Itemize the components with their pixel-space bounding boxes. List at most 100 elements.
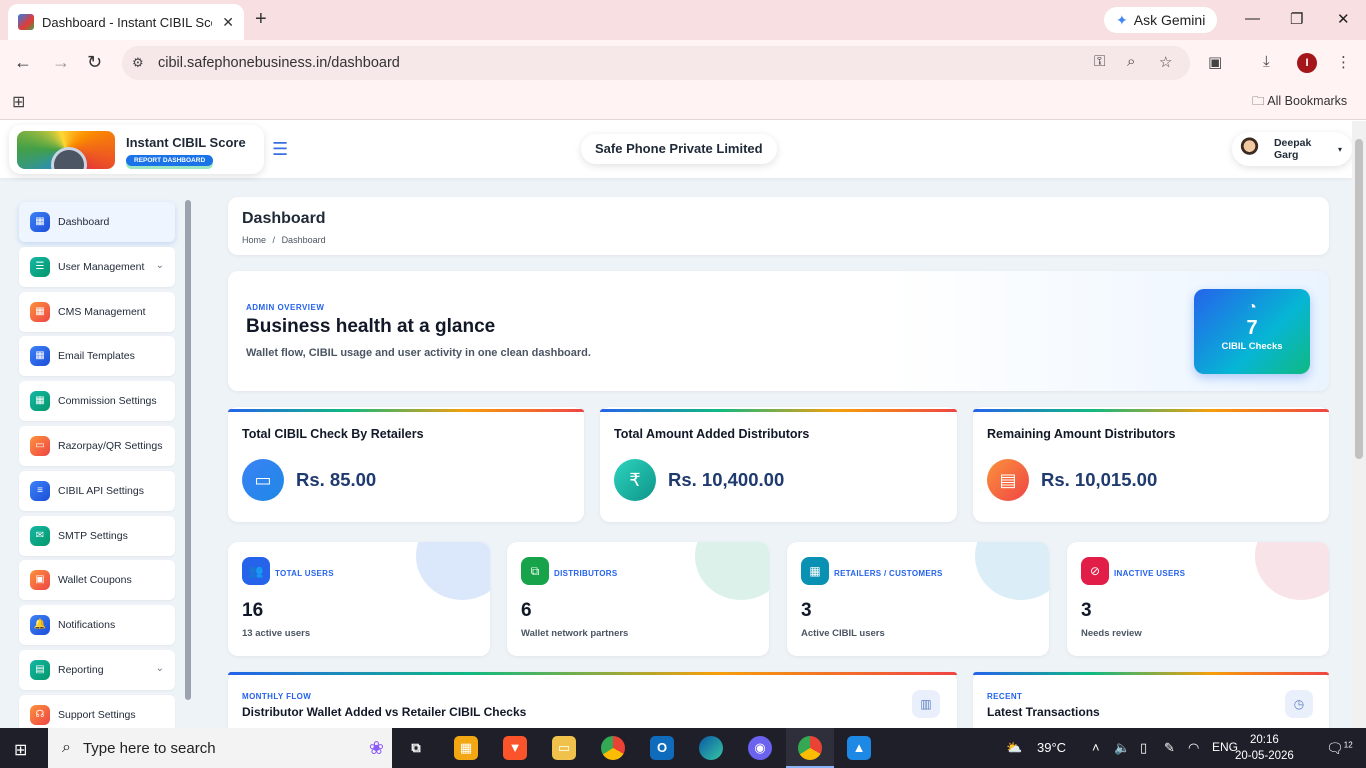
back-icon[interactable]: ← <box>14 52 32 73</box>
ask-gemini-button[interactable]: ✦ Ask Gemini <box>1104 7 1218 33</box>
sidebar-item-label: CIBIL API Settings <box>58 484 144 497</box>
company-name: Safe Phone Private Limited <box>581 134 777 164</box>
sidebar-item-support-settings[interactable]: ☊ Support Settings <box>19 694 175 728</box>
close-tab-icon[interactable]: ✕ <box>222 14 234 31</box>
stat-card-cibil-checks: Total CIBIL Check By Retailers ▭ Rs. 85.… <box>228 407 584 522</box>
sidebar-item-label: SMTP Settings <box>58 529 128 542</box>
sidebar-item-user-management[interactable]: ☰ User Management ⌄ <box>19 246 175 287</box>
favicon-icon <box>18 14 34 30</box>
apps-grid-icon[interactable]: ⊞ <box>12 92 25 112</box>
weather-icon[interactable]: ⛅ <box>1006 740 1022 756</box>
reload-icon[interactable]: ↻ <box>87 52 102 73</box>
sidebar-item-cms-management[interactable]: ▦ CMS Management <box>19 291 175 332</box>
menu-kebab-icon[interactable]: ⋮ <box>1336 53 1351 71</box>
sliders-icon: ≡ <box>30 480 50 501</box>
mini-stat-label: RETAILERS / CUSTOMERS <box>834 569 943 578</box>
system-clock[interactable]: 20:16 20-05-2026 <box>1235 732 1294 764</box>
tab-search-icon[interactable]: ▣ <box>1208 53 1222 71</box>
grid-icon: ▦ <box>30 301 50 322</box>
mini-stat-desc: Wallet network partners <box>521 628 629 639</box>
report-icon: ▤ <box>30 659 50 680</box>
sidebar-item-notifications[interactable]: 🔔 Notifications <box>19 605 175 646</box>
download-icon[interactable]: ⤓ <box>1263 53 1270 70</box>
weather-temp[interactable]: 39°C <box>1037 740 1066 755</box>
sidebar-item-dashboard[interactable]: ▦ Dashboard <box>19 202 175 242</box>
page-scrollbar-thumb[interactable] <box>1355 139 1363 459</box>
breadcrumb: Home / Dashboard <box>242 235 326 245</box>
sidebar-item-reporting[interactable]: ▤ Reporting ⌄ <box>19 649 175 690</box>
chrome-profile-a-icon[interactable] <box>601 736 625 760</box>
sidebar-item-label: Reporting <box>58 663 104 676</box>
sidebar-item-label: Notifications <box>58 619 116 632</box>
volume-icon[interactable]: 🔈 <box>1114 740 1130 756</box>
tab-title: Dashboard - Instant CIBIL Score <box>42 14 212 30</box>
sidebar-item-smtp-settings[interactable]: ✉ SMTP Settings <box>19 515 175 556</box>
taskbar-search[interactable]: ⌕ Type here to search ❀ <box>48 728 392 768</box>
minimize-icon[interactable]: — <box>1245 10 1260 27</box>
breadcrumb-separator: / <box>272 235 276 245</box>
hero-title: Business health at a glance <box>246 316 496 337</box>
mini-stat-value: 16 <box>242 600 264 621</box>
bookmark-star-icon[interactable]: ☆ <box>1159 53 1172 71</box>
new-tab-button[interactable]: + <box>255 8 267 31</box>
brand-card[interactable]: Instant CIBIL Score REPORT DASHBOARD <box>9 125 264 174</box>
brave-browser-icon[interactable]: ▼ <box>503 736 527 760</box>
search-icon: ⌕ <box>62 739 71 756</box>
sidebar-item-label: Wallet Coupons <box>58 574 132 587</box>
user-avatar <box>1238 137 1261 161</box>
bar-chart-icon[interactable]: ▥ <box>912 690 940 718</box>
sidebar-item-label: Commission Settings <box>58 395 157 408</box>
page-header-card: Dashboard Home / Dashboard <box>228 197 1329 255</box>
all-bookmarks[interactable]: 🗀 All Bookmarks <box>1252 92 1347 113</box>
zoom-icon[interactable]: ⌕ <box>1127 53 1135 70</box>
password-key-icon[interactable]: ⚿ <box>1094 53 1105 70</box>
brand-name: Instant CIBIL Score <box>126 135 246 150</box>
briefcase-icon: ▤ <box>987 459 1029 501</box>
panel-title: Distributor Wallet Added vs Retailer CIB… <box>242 705 527 719</box>
breadcrumb-home[interactable]: Home <box>242 235 266 245</box>
photos-app-icon[interactable]: ▲ <box>847 736 871 760</box>
users-icon: ☰ <box>30 256 50 277</box>
clock-time: 20:16 <box>1250 734 1279 746</box>
restore-icon[interactable]: ❐ <box>1290 10 1303 28</box>
grid-icon: ▦ <box>30 391 50 412</box>
gauge-icon: ◔ <box>1247 299 1257 316</box>
sidebar-item-commission-settings[interactable]: ▦ Commission Settings <box>19 381 175 422</box>
panel-title: Latest Transactions <box>987 705 1100 719</box>
device-icon[interactable]: ▯ <box>1140 740 1147 756</box>
hero-kicker: ADMIN OVERVIEW <box>246 303 325 312</box>
hamburger-menu-icon[interactable]: ☰ <box>272 139 288 160</box>
task-view-icon[interactable]: ⧉ <box>404 736 428 760</box>
sidebar-item-razorpay-qr-settings[interactable]: ▭ Razorpay/QR Settings <box>19 425 175 466</box>
edge-browser-icon[interactable] <box>699 736 723 760</box>
wifi-icon[interactable]: ◠ <box>1188 740 1199 756</box>
sidebar-item-cibil-api-settings[interactable]: ≡ CIBIL API Settings <box>19 470 175 511</box>
mini-stat-desc: Needs review <box>1081 628 1142 639</box>
site-info-icon[interactable]: ⚙ <box>132 55 150 71</box>
page-scrollbar[interactable] <box>1352 121 1366 728</box>
stat-value: Rs. 10,015.00 <box>1041 469 1158 490</box>
file-explorer-icon[interactable]: ▭ <box>552 736 576 760</box>
chevron-down-icon: ⌄ <box>155 662 164 674</box>
decorative-blob <box>975 542 1049 600</box>
address-bar[interactable]: ⚙ cibil.safephonebusiness.in/dashboard <box>122 46 1190 80</box>
windows-start-icon[interactable]: ⊞ <box>14 740 27 760</box>
sidebar-scrollbar[interactable] <box>185 200 191 700</box>
browser-tab[interactable]: Dashboard - Instant CIBIL Score ✕ <box>8 4 244 40</box>
outlook-icon[interactable]: O <box>650 736 674 760</box>
close-window-icon[interactable]: ✕ <box>1337 10 1350 28</box>
users-icon: 👥 <box>242 557 270 585</box>
profile-avatar[interactable]: I <box>1297 53 1317 73</box>
user-menu[interactable]: Deepak Garg ▾ <box>1232 132 1352 166</box>
pen-icon[interactable]: ✎ <box>1164 740 1175 756</box>
sidebar-item-wallet-coupons[interactable]: ▣ Wallet Coupons <box>19 560 175 601</box>
decorative-blob <box>416 542 490 600</box>
tray-chevron-icon[interactable]: ˄ <box>1092 740 1100 755</box>
chat-app-icon[interactable]: ◉ <box>748 736 772 760</box>
notification-center-icon[interactable]: 🗨12 <box>1326 740 1353 757</box>
clock-icon[interactable]: ◷ <box>1285 690 1313 718</box>
sidebar-item-email-templates[interactable]: ▦ Email Templates <box>19 336 175 377</box>
forward-icon[interactable]: → <box>52 52 70 73</box>
store-app-icon[interactable]: ▦ <box>454 736 478 760</box>
chrome-profile-i-icon[interactable] <box>798 736 822 760</box>
